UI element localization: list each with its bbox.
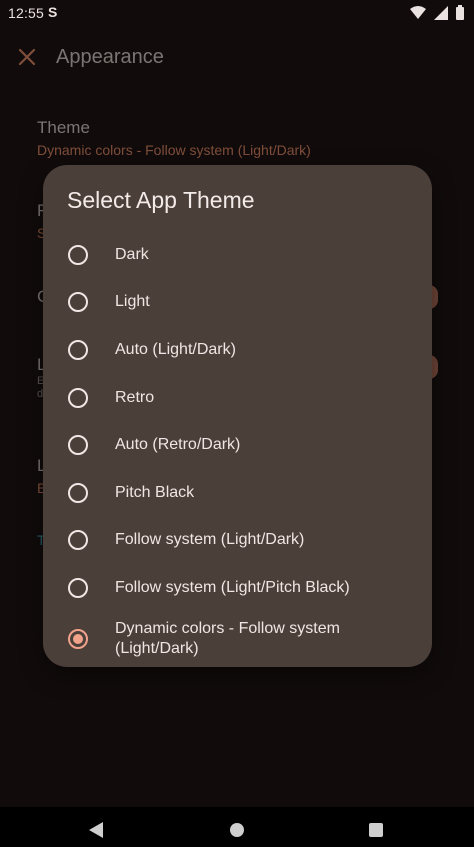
- theme-option-auto-retro-dark[interactable]: Auto (Retro/Dark): [43, 421, 432, 469]
- battery-icon: [456, 5, 464, 20]
- theme-option-dynamic-colors[interactable]: Dynamic colors - Follow system (Light/Da…: [43, 612, 432, 666]
- radio-button-selected[interactable]: [68, 628, 88, 649]
- radio-button[interactable]: [68, 339, 88, 360]
- theme-option-dark[interactable]: Dark: [43, 231, 432, 279]
- theme-option-retro[interactable]: Retro: [43, 374, 432, 422]
- theme-option-pitch-black[interactable]: Pitch Black: [43, 469, 432, 517]
- radio-button[interactable]: [68, 387, 88, 408]
- radio-button[interactable]: [68, 435, 88, 456]
- status-icons: [410, 5, 464, 20]
- theme-options: Dark Light Auto (Light/Dark) Retro Auto …: [43, 231, 432, 666]
- option-label: Light: [115, 293, 150, 311]
- radio-button[interactable]: [68, 482, 88, 503]
- theme-option-auto-light-dark[interactable]: Auto (Light/Dark): [43, 326, 432, 374]
- back-icon[interactable]: [89, 822, 103, 843]
- recents-icon[interactable]: [369, 823, 383, 837]
- option-label: Dark: [115, 245, 149, 263]
- dialog-title: Select App Theme: [67, 187, 255, 213]
- status-bar: 12:55 S: [0, 0, 474, 26]
- theme-option-light[interactable]: Light: [43, 279, 432, 327]
- radio-button[interactable]: [68, 292, 88, 313]
- radio-button[interactable]: [68, 577, 88, 598]
- signal-icon: [434, 5, 448, 20]
- navigation-bar: [0, 807, 474, 847]
- radio-button[interactable]: [68, 244, 88, 265]
- theme-dialog: Select App Theme Dark Light Auto (Light/…: [43, 165, 432, 667]
- wifi-icon: [410, 5, 426, 20]
- option-label: Retro: [115, 388, 155, 406]
- theme-option-follow-system-light-dark[interactable]: Follow system (Light/Dark): [43, 517, 432, 565]
- status-time: 12:55: [8, 5, 45, 21]
- option-label: Pitch Black: [115, 483, 195, 501]
- radio-button[interactable]: [68, 530, 88, 551]
- theme-option-follow-system-light-pitch-black[interactable]: Follow system (Light/Pitch Black): [43, 564, 432, 612]
- home-icon[interactable]: [230, 823, 244, 837]
- option-label: Auto (Retro/Dark): [115, 436, 241, 454]
- option-label: Follow system (Light/Pitch Black): [115, 578, 350, 596]
- option-label: Dynamic colors - Follow system (Light/Da…: [115, 619, 340, 657]
- option-label: Follow system (Light/Dark): [115, 531, 305, 549]
- option-label: Auto (Light/Dark): [115, 340, 236, 358]
- notification-s-icon: S: [48, 4, 58, 20]
